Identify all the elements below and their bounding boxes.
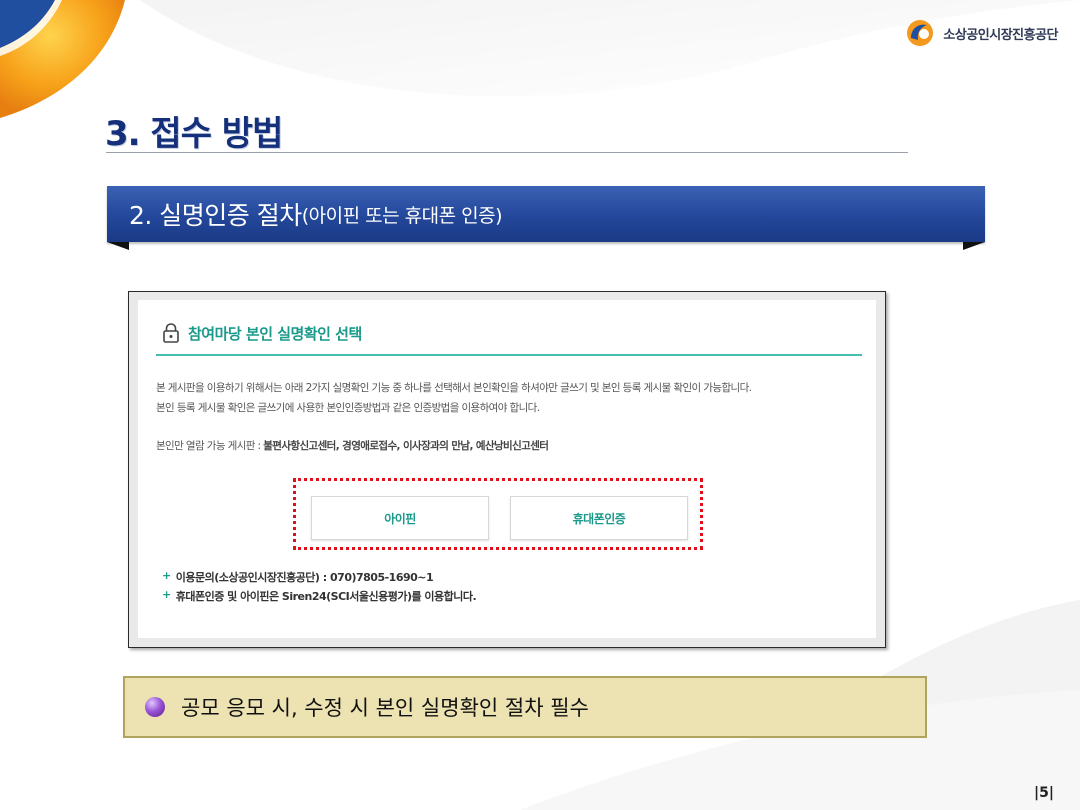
brand-logo: 소상공인시장진흥공단 (905, 18, 1058, 48)
section-subtitle: (아이핀 또는 휴대폰 인증) (301, 204, 503, 227)
banner-fold-right (963, 242, 985, 250)
restricted-boards-list: 불편사항신고센터, 경영애로접수, 이사장과의 만남, 예산낭비신고센터 (263, 440, 549, 452)
panel-divider (156, 354, 862, 356)
restricted-boards-label: 본인만 열람 가능 게시판 : (156, 440, 264, 452)
plus-icon: + (162, 569, 171, 582)
page-title: 3. 접수 방법 (105, 114, 283, 154)
brand-name: 소상공인시장진흥공단 (943, 27, 1058, 43)
contact-note: + 이용문의(소상공인시장진흥공단) : 070)7805-1690~1 (162, 569, 434, 585)
section-banner: 2. 실명인증 절차 (아이핀 또는 휴대폰 인증) (107, 186, 985, 242)
title-divider (106, 152, 908, 153)
plus-icon: + (162, 588, 171, 601)
description-line-2: 본인 등록 게시물 확인은 글쓰기에 사용한 본인인증방법과 같은 인증방법을 … (156, 402, 540, 414)
description-line-1: 본 게시판을 이용하기 위해서는 아래 2가지 실명확인 기능 중 하나를 선택… (156, 382, 752, 394)
restricted-boards: 본인만 열람 가능 게시판 : 불편사항신고센터, 경영애로접수, 이사장과의 … (156, 438, 549, 453)
provider-note: + 휴대폰인증 및 아이핀은 Siren24(SCI서울신용평가)를 이용합니다… (162, 588, 477, 604)
panel-title: 참여마당 본인 실명확인 선택 (188, 324, 362, 343)
contact-note-text: 이용문의(소상공인시장진흥공단) : 070)7805-1690~1 (175, 571, 434, 584)
brand-emblem-icon (907, 20, 934, 46)
purple-bullet-icon (145, 697, 165, 717)
ipin-button[interactable]: 아이핀 (311, 496, 489, 540)
callout-text: 공모 응모 시, 수정 시 본인 실명확인 절차 필수 (181, 696, 589, 720)
page-number: |5| (1034, 785, 1054, 801)
banner-fold-left (107, 242, 129, 250)
callout-box: 공모 응모 시, 수정 시 본인 실명확인 절차 필수 (123, 676, 927, 738)
verification-screenshot: 참여마당 본인 실명확인 선택 본 게시판을 이용하기 위해서는 아래 2가지 … (128, 291, 886, 648)
provider-note-text: 휴대폰인증 및 아이핀은 Siren24(SCI서울신용평가)를 이용합니다. (175, 590, 477, 603)
section-title: 2. 실명인증 절차 (129, 201, 302, 230)
phone-auth-button[interactable]: 휴대폰인증 (510, 496, 688, 540)
verification-panel: 참여마당 본인 실명확인 선택 본 게시판을 이용하기 위해서는 아래 2가지 … (138, 300, 876, 638)
panel-header: 참여마당 본인 실명확인 선택 (162, 322, 362, 344)
lock-icon (163, 323, 179, 343)
